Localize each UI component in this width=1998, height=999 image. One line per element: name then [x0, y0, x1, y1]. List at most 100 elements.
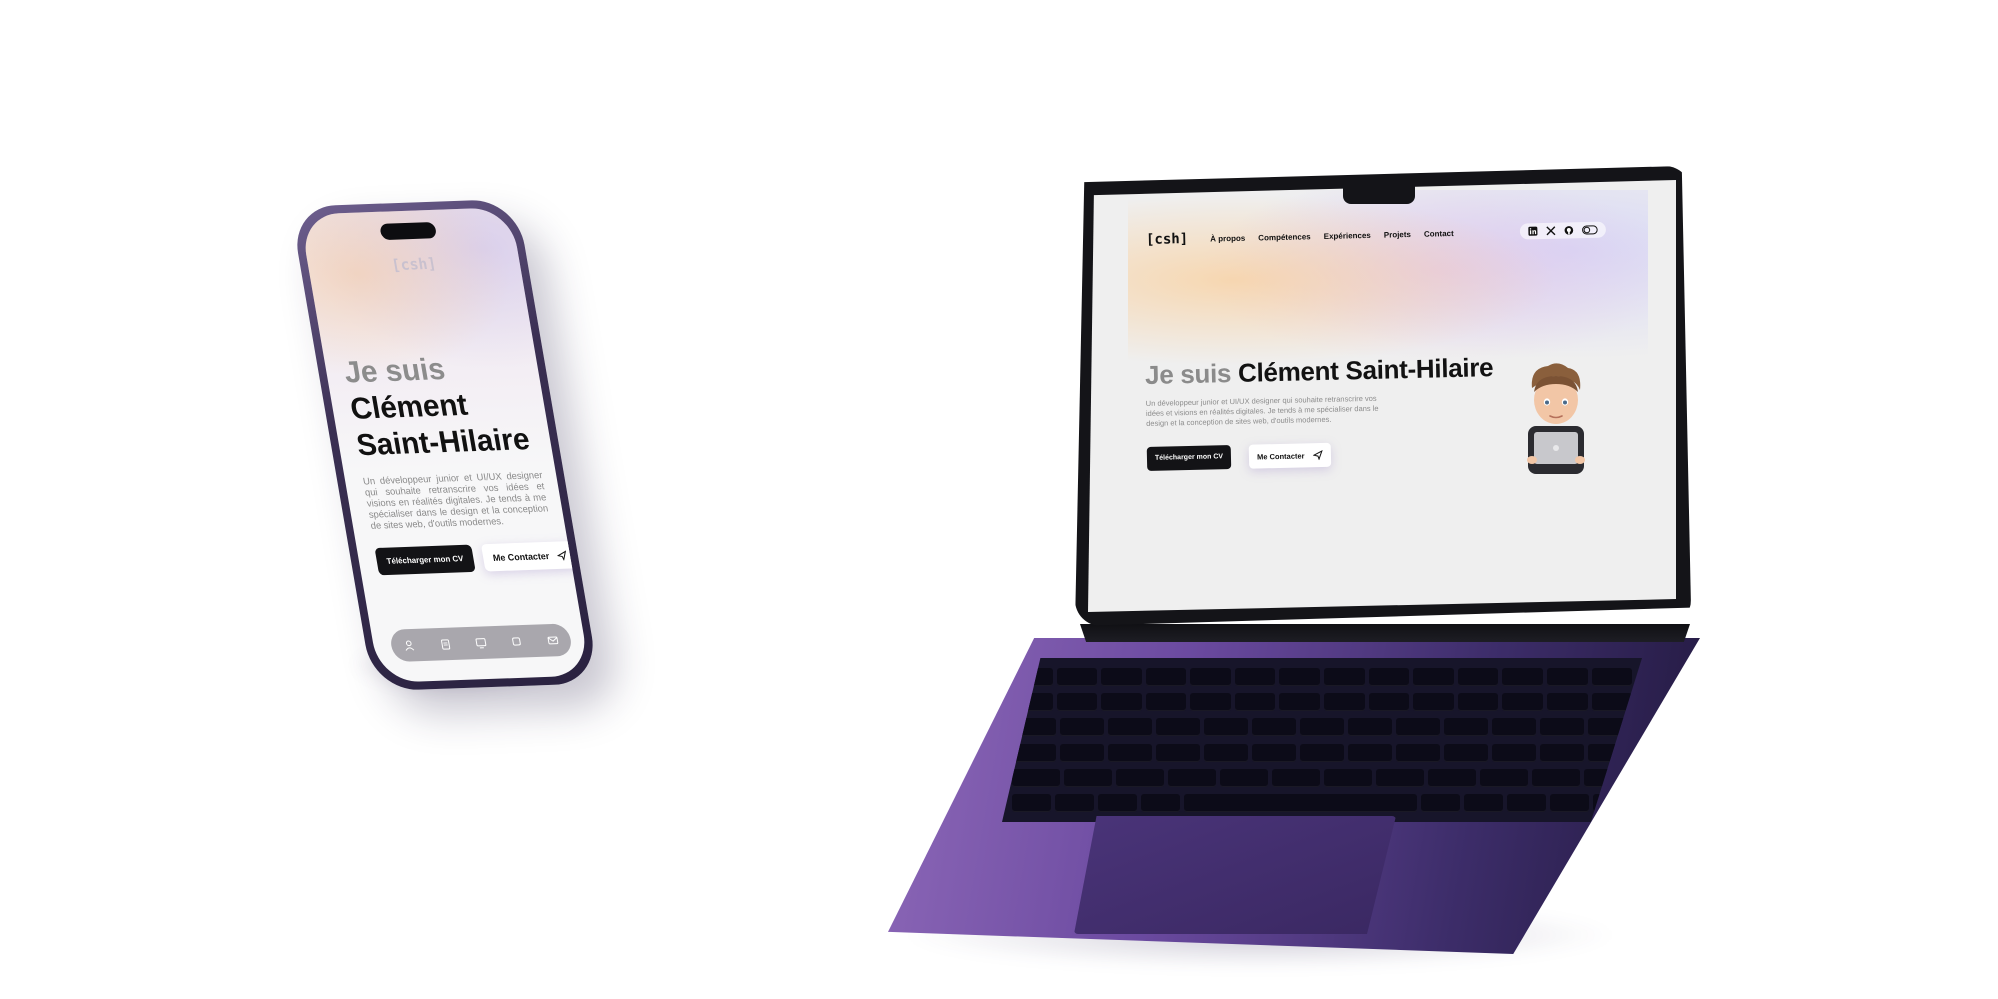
linkedin-icon[interactable] — [1528, 226, 1538, 236]
hero-description: Un développeur junior et UI/UX designer … — [1145, 393, 1379, 428]
theme-toggle-icon[interactable] — [1582, 225, 1598, 235]
projects-icon[interactable] — [474, 636, 488, 649]
send-icon — [556, 549, 566, 561]
key — [1502, 667, 1543, 686]
key — [1145, 692, 1187, 711]
key — [1145, 667, 1187, 686]
key — [1204, 718, 1248, 737]
key — [1428, 768, 1476, 787]
key — [1252, 743, 1296, 762]
clipboard-icon[interactable] — [438, 638, 452, 651]
download-cv-button[interactable]: Télécharger mon CV — [1146, 445, 1232, 471]
key — [1324, 692, 1365, 711]
key — [1421, 794, 1461, 813]
hero-name: Clément Saint-Hilaire — [1237, 352, 1494, 388]
laptop-notch — [1343, 180, 1415, 204]
mail-icon[interactable] — [546, 634, 560, 647]
experience-icon[interactable] — [510, 635, 524, 648]
key — [1060, 743, 1104, 762]
key — [1140, 794, 1180, 813]
key — [1591, 667, 1633, 686]
key — [1054, 794, 1094, 813]
dynamic-island — [379, 221, 438, 241]
key — [1444, 743, 1488, 762]
nav-item-a-propos[interactable]: À propos — [1210, 233, 1245, 243]
key — [1546, 667, 1588, 686]
key — [1480, 768, 1528, 787]
key — [1108, 718, 1152, 737]
key — [1056, 667, 1098, 686]
key — [1234, 667, 1276, 686]
key — [1492, 743, 1536, 762]
phone-download-cv-button[interactable]: Télécharger mon CV — [374, 544, 476, 576]
key — [1413, 667, 1454, 686]
key — [1279, 667, 1321, 686]
spacebar-key — [1183, 794, 1418, 813]
phone-screen: [csh] Je suis Clément Saint-Hilaire Un d… — [299, 207, 591, 683]
key — [1060, 718, 1104, 737]
key — [1156, 718, 1200, 737]
nav-item-experiences[interactable]: Expériences — [1324, 230, 1371, 240]
phone-hero-description: Un développeur junior et UI/UX designer … — [362, 469, 550, 532]
phone-cta-group: Télécharger mon CV Me Contacter — [374, 540, 579, 576]
key — [1324, 667, 1365, 686]
x-icon[interactable] — [1546, 226, 1556, 236]
key — [1097, 794, 1137, 813]
memoji-avatar — [1527, 363, 1585, 474]
phone-hero: Je suis Clément Saint-Hilaire Un dévelop… — [341, 349, 579, 576]
key — [1324, 768, 1372, 787]
github-icon[interactable] — [1564, 225, 1574, 235]
key — [1457, 692, 1499, 711]
nav-item-contact[interactable]: Contact — [1424, 229, 1454, 239]
key — [1108, 743, 1152, 762]
social-links — [1519, 221, 1607, 240]
nav-item-competences[interactable]: Compétences — [1258, 232, 1311, 242]
key — [1550, 794, 1590, 813]
key — [1220, 768, 1268, 787]
key — [1591, 692, 1633, 711]
nav-item-projets[interactable]: Projets — [1384, 229, 1411, 239]
phone-contact-label: Me Contacter — [492, 550, 550, 563]
user-icon[interactable] — [402, 639, 416, 652]
key — [1101, 692, 1142, 711]
key — [1540, 743, 1584, 762]
key — [1464, 794, 1504, 813]
key — [1012, 768, 1060, 787]
phone-frame: [csh] Je suis Clément Saint-Hilaire Un d… — [290, 198, 600, 692]
site-hero: Je suis Clément Saint-Hilaire Un dévelop… — [1145, 351, 1547, 471]
key — [1012, 794, 1051, 813]
site-logo[interactable]: [csh] — [1146, 231, 1189, 248]
key — [1540, 718, 1584, 737]
key — [1396, 718, 1440, 737]
phone-mockup: [csh] Je suis Clément Saint-Hilaire Un d… — [290, 198, 600, 705]
key — [1502, 692, 1543, 711]
key — [1190, 667, 1231, 686]
key — [1156, 743, 1200, 762]
key — [1204, 743, 1248, 762]
trackpad — [1074, 816, 1396, 934]
hero-greeting: Je suis — [1144, 358, 1232, 391]
key — [1064, 768, 1112, 787]
key — [1348, 718, 1392, 737]
phone-contact-button[interactable]: Me Contacter — [480, 540, 579, 572]
key — [1507, 794, 1547, 813]
key — [1492, 718, 1536, 737]
key — [1413, 692, 1454, 711]
key — [1101, 667, 1142, 686]
key — [1532, 768, 1580, 787]
key — [1116, 768, 1164, 787]
key — [1056, 692, 1098, 711]
contact-button-label: Me Contacter — [1256, 450, 1305, 461]
keyboard — [1002, 658, 1642, 822]
key — [1279, 692, 1321, 711]
key — [1234, 692, 1276, 711]
phone-hero-name-last: Saint-Hilaire — [354, 422, 533, 463]
key — [1457, 667, 1499, 686]
key — [1396, 743, 1440, 762]
key — [1300, 743, 1344, 762]
phone-site-logo[interactable]: [csh] — [307, 251, 521, 277]
key — [1190, 692, 1231, 711]
contact-button[interactable]: Me Contacter — [1248, 442, 1331, 469]
key — [1300, 718, 1344, 737]
key — [1376, 768, 1424, 787]
